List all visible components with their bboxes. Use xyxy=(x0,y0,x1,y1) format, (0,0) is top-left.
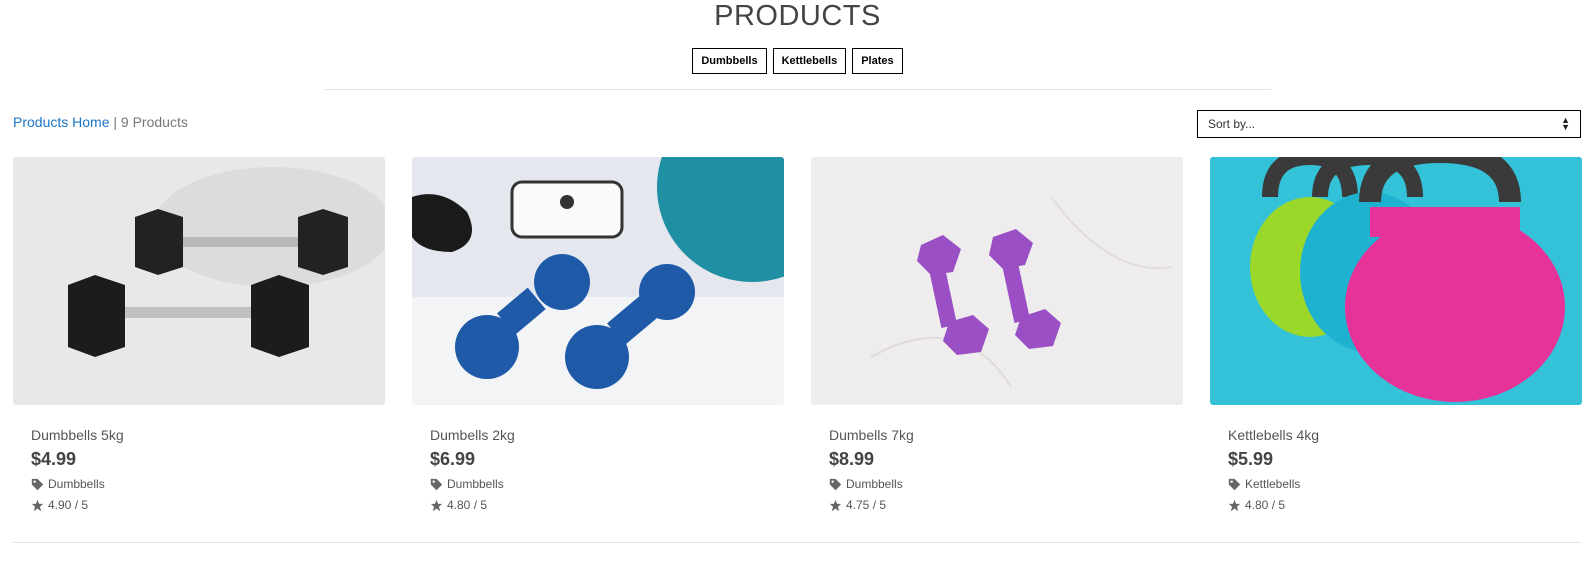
sort-select[interactable]: Sort by... ▲ ▼ xyxy=(1197,110,1581,138)
product-category-label: Dumbbells xyxy=(447,477,504,491)
sort-selected-value: Sort by... xyxy=(1208,117,1256,131)
category-button-kettlebells[interactable]: Kettlebells xyxy=(772,48,847,74)
product-rating: 4.80 / 5 xyxy=(1228,498,1285,512)
product-category[interactable]: Dumbbells xyxy=(31,477,105,491)
page-title: PRODUCTS xyxy=(714,0,881,32)
product-name[interactable]: Kettlebells 4kg xyxy=(1228,427,1319,443)
star-icon xyxy=(31,499,44,511)
product-rating-value: 4.80 / 5 xyxy=(447,498,488,512)
product-count: 9 Products xyxy=(120,114,188,130)
black-dumbbells-image xyxy=(13,157,385,405)
tag-icon xyxy=(430,478,443,490)
product-category[interactable]: Dumbbells xyxy=(430,477,504,491)
product-rating-value: 4.75 / 5 xyxy=(846,498,887,512)
breadcrumb: Products Home | 9 Products xyxy=(13,114,188,130)
product-rating: 4.75 / 5 xyxy=(829,498,886,512)
product-category-label: Kettlebells xyxy=(1245,477,1301,491)
category-button-plates[interactable]: Plates xyxy=(852,48,903,74)
star-icon xyxy=(430,499,443,511)
products-home-link[interactable]: Products Home xyxy=(13,114,109,130)
category-button-dumbbells[interactable]: Dumbbells xyxy=(692,48,767,74)
sort-arrows-icon: ▲ ▼ xyxy=(1561,115,1570,132)
product-image[interactable] xyxy=(412,157,784,405)
product-rating: 4.90 / 5 xyxy=(31,498,88,512)
product-rating-value: 4.80 / 5 xyxy=(1245,498,1286,512)
product-price: $5.99 xyxy=(1228,449,1274,469)
product-card[interactable]: Dumbells 7kg $8.99 Dumbbells 4.75 / 5 xyxy=(811,157,1183,517)
product-category-label: Dumbbells xyxy=(48,477,105,491)
product-card[interactable]: Kettlebells 4kg $5.99 Kettlebells 4.80 /… xyxy=(1210,157,1582,517)
product-price: $8.99 xyxy=(829,449,875,469)
purple-dumbbells-image xyxy=(811,157,1183,405)
header-divider xyxy=(324,89,1271,90)
tag-icon xyxy=(829,478,842,490)
breadcrumb-separator: | xyxy=(113,114,118,130)
product-card[interactable]: Dumbells 2kg $6.99 Dumbbells 4.80 / 5 xyxy=(412,157,784,517)
tag-icon xyxy=(1228,478,1241,490)
kettlebells-image xyxy=(1210,157,1582,405)
tag-icon xyxy=(31,478,44,490)
product-name[interactable]: Dumbells 2kg xyxy=(430,427,515,443)
footer-divider xyxy=(13,542,1581,543)
product-image[interactable] xyxy=(1210,157,1582,405)
star-icon xyxy=(829,499,842,511)
product-price: $6.99 xyxy=(430,449,476,469)
product-image[interactable] xyxy=(13,157,385,405)
product-grid: Dumbbells 5kg $4.99 Dumbbells 4.90 / 5 D… xyxy=(13,157,1582,517)
product-rating-value: 4.90 / 5 xyxy=(48,498,89,512)
product-category[interactable]: Dumbbells xyxy=(829,477,903,491)
product-category[interactable]: Kettlebells xyxy=(1228,477,1300,491)
product-rating: 4.80 / 5 xyxy=(430,498,487,512)
product-image[interactable] xyxy=(811,157,1183,405)
product-name[interactable]: Dumbells 7kg xyxy=(829,427,914,443)
product-category-label: Dumbbells xyxy=(846,477,903,491)
product-name[interactable]: Dumbbells 5kg xyxy=(31,427,124,443)
product-card[interactable]: Dumbbells 5kg $4.99 Dumbbells 4.90 / 5 xyxy=(13,157,385,517)
blue-dumbbells-image xyxy=(412,157,784,405)
category-filter-bar: Dumbbells Kettlebells Plates xyxy=(0,48,1595,74)
product-price: $4.99 xyxy=(31,449,77,469)
star-icon xyxy=(1228,499,1241,511)
